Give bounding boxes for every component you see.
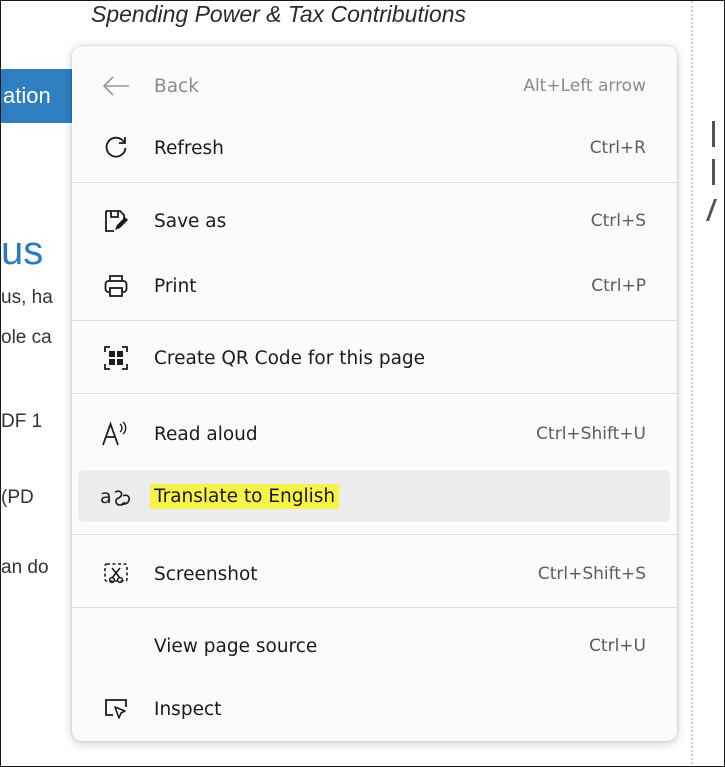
page-text-line: ole ca [1,327,52,348]
page-text-line: us, ha [1,287,53,308]
menu-separator [72,320,677,321]
context-menu: Back Alt+Left arrow Refresh Ctrl+R Save … [72,46,677,741]
svg-text:a: a [100,486,112,508]
page-right-fragment [705,199,724,221]
menu-item-refresh[interactable]: Refresh Ctrl+R [78,122,670,174]
menu-item-read-aloud[interactable]: Read aloud Ctrl+Shift+U [78,408,670,460]
menu-item-label: Translate to English [150,483,340,509]
page-heading: Spending Power & Tax Contributions [91,1,467,27]
menu-item-label: Back [154,75,199,97]
menu-item-label: Screenshot [154,563,258,585]
translate-icon: a [98,484,134,508]
refresh-icon [98,135,134,161]
menu-item-shortcut: Alt+Left arrow [523,76,646,96]
inspect-icon [98,697,134,721]
back-arrow-icon [98,75,134,97]
page-right-fragment [712,159,723,185]
page-link[interactable]: DF 1 [1,411,42,433]
read-aloud-icon [98,421,134,447]
menu-item-inspect[interactable]: Inspect [78,683,670,735]
menu-separator [72,393,677,394]
menu-item-shortcut: Ctrl+Shift+U [536,424,646,444]
menu-item-shortcut: Ctrl+S [590,211,646,231]
menu-separator [72,534,677,535]
menu-item-label: Inspect [154,698,222,720]
menu-item-create-qr-code[interactable]: Create QR Code for this page [78,332,670,384]
qr-code-icon [98,345,134,371]
menu-item-shortcut: Ctrl+R [589,138,646,158]
screenshot-icon [98,561,134,587]
menu-item-shortcut: Ctrl+Shift+S [537,564,646,584]
save-as-icon [98,208,134,234]
menu-item-label: Create QR Code for this page [154,347,426,369]
page-link[interactable]: (PD [1,487,34,509]
menu-item-print[interactable]: Print Ctrl+P [78,260,670,312]
menu-item-view-page-source[interactable]: View page source Ctrl+U [78,620,670,672]
menu-item-label: View page source [154,635,318,657]
menu-item-back[interactable]: Back Alt+Left arrow [78,60,670,112]
menu-item-screenshot[interactable]: Screenshot Ctrl+Shift+S [78,548,670,600]
menu-item-shortcut: Ctrl+U [589,636,646,656]
menu-item-label: Refresh [154,137,224,159]
menu-item-label: Print [154,275,197,297]
page-right-fragment [712,121,723,147]
print-icon [98,273,134,299]
menu-item-translate[interactable]: a Translate to English [78,470,670,522]
menu-item-save-as[interactable]: Save as Ctrl+S [78,195,670,247]
menu-item-label: Read aloud [154,423,258,445]
page-section-title: us [1,229,44,273]
menu-item-label: Save as [154,210,227,232]
menu-item-shortcut: Ctrl+P [591,276,646,296]
menu-separator [72,607,677,608]
page-nav-tab[interactable]: ation [1,69,81,123]
page-right-border [691,1,693,766]
menu-separator [72,182,677,183]
page-text-line: an do [1,557,49,578]
